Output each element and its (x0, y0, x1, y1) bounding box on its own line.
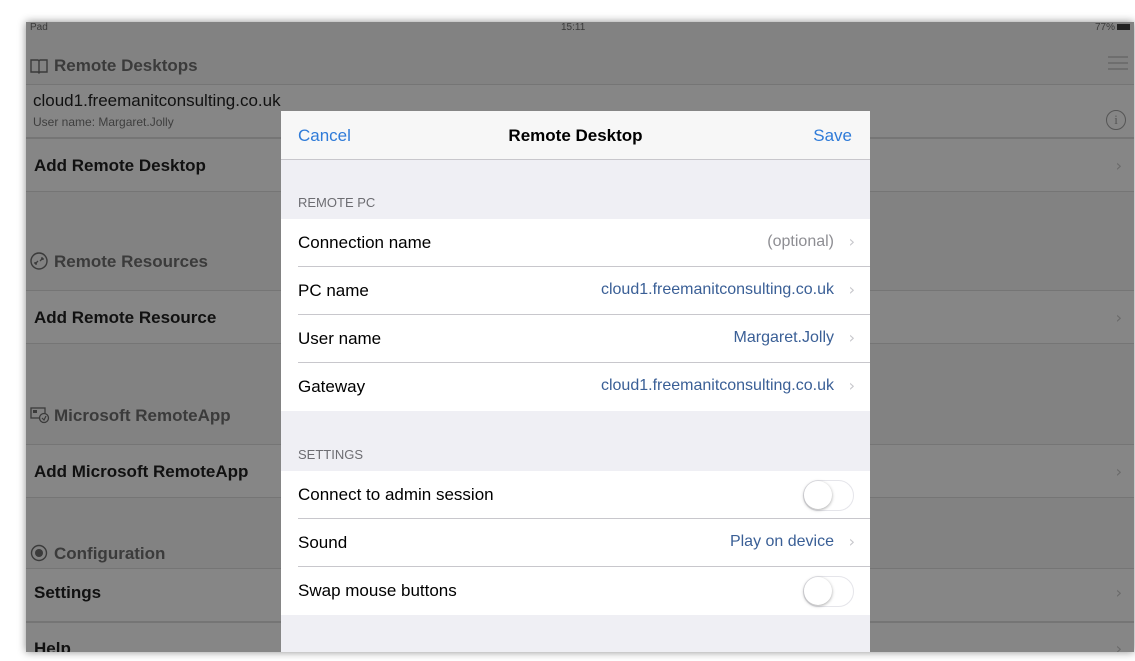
chevron-right-icon: › (1115, 308, 1122, 327)
field-label: Connection name (298, 233, 432, 252)
field-label: User name (298, 329, 382, 348)
row-label: Settings (34, 583, 102, 602)
chevron-right-icon: › (1115, 583, 1122, 602)
remote-pc-section-header: REMOTE PC (298, 195, 376, 210)
battery-indicator: 77% (1095, 22, 1130, 33)
remote-desktop-modal: Cancel Remote Desktop Save REMOTE PC Con… (281, 111, 870, 652)
chevron-right-icon: › (848, 328, 855, 347)
remoteapp-icon (30, 406, 50, 424)
swap-mouse-row: Swap mouse buttons (281, 567, 870, 615)
battery-icon (1117, 24, 1130, 31)
section-title: Configuration (54, 544, 166, 563)
section-title: Remote Desktops (54, 56, 198, 75)
remote-desktops-header: Remote Desktops (26, 56, 1134, 76)
ipad-screen: Pad 15:11 77% Remote Desktops cloud1.fre… (26, 22, 1134, 652)
status-bar: Pad 15:11 77% (26, 22, 1134, 34)
settings-section-header: SETTINGS (298, 447, 364, 462)
chevron-right-icon: › (848, 280, 855, 299)
chevron-right-icon: › (848, 532, 855, 551)
save-button[interactable]: Save (813, 126, 852, 146)
toggle-knob (804, 481, 832, 509)
modal-title: Remote Desktop (508, 126, 643, 145)
field-value: Margaret.Jolly (733, 329, 834, 346)
swap-mouse-toggle[interactable] (803, 576, 854, 607)
field-label: PC name (298, 281, 369, 300)
chevron-right-icon: › (1115, 156, 1122, 175)
desktop-host: cloud1.freemanitconsulting.co.uk (33, 91, 281, 110)
menu-icon[interactable] (1108, 56, 1128, 70)
remote-resources-icon (30, 252, 48, 270)
device-label: Pad (30, 22, 48, 33)
modal-nav-bar: Cancel Remote Desktop Save (281, 111, 870, 160)
field-value: (optional) (767, 233, 834, 250)
admin-session-toggle[interactable] (803, 480, 854, 511)
row-label: Add Microsoft RemoteApp (34, 462, 249, 481)
chevron-right-icon: › (1115, 639, 1122, 652)
field-label: Connect to admin session (298, 485, 494, 504)
field-value: cloud1.freemanitconsulting.co.uk (600, 281, 834, 298)
field-label: Sound (298, 533, 348, 552)
field-value: cloud1.freemanitconsulting.co.uk (600, 377, 834, 394)
pc-name-field[interactable]: PC name cloud1.freemanitconsulting.co.uk… (281, 267, 870, 315)
field-label: Swap mouse buttons (298, 581, 457, 600)
gateway-field[interactable]: Gateway cloud1.freemanitconsulting.co.uk… (281, 363, 870, 411)
field-value: Play on device (729, 533, 834, 550)
row-label: Add Remote Resource (34, 308, 217, 327)
section-title: Microsoft RemoteApp (54, 406, 231, 425)
field-label: Gateway (298, 377, 366, 396)
section-title: Remote Resources (54, 252, 209, 271)
toggle-knob (804, 577, 832, 605)
book-icon (30, 58, 48, 76)
user-name-field[interactable]: User name Margaret.Jolly › (281, 315, 870, 363)
connection-name-field[interactable]: Connection name (optional) › (281, 219, 870, 267)
row-label: Add Remote Desktop (34, 156, 206, 175)
gear-icon (30, 544, 48, 562)
chevron-right-icon: › (1115, 462, 1122, 481)
desktop-username: User name: Margaret.Jolly (33, 115, 174, 129)
info-icon[interactable]: i (1106, 110, 1126, 130)
chevron-right-icon: › (848, 376, 855, 395)
battery-percent: 77% (1094, 22, 1115, 33)
sound-field[interactable]: Sound Play on device › (281, 519, 870, 567)
admin-session-row: Connect to admin session (281, 471, 870, 519)
row-label: Help (34, 639, 71, 652)
clock: 15:11 (561, 22, 586, 33)
chevron-right-icon: › (848, 232, 855, 251)
